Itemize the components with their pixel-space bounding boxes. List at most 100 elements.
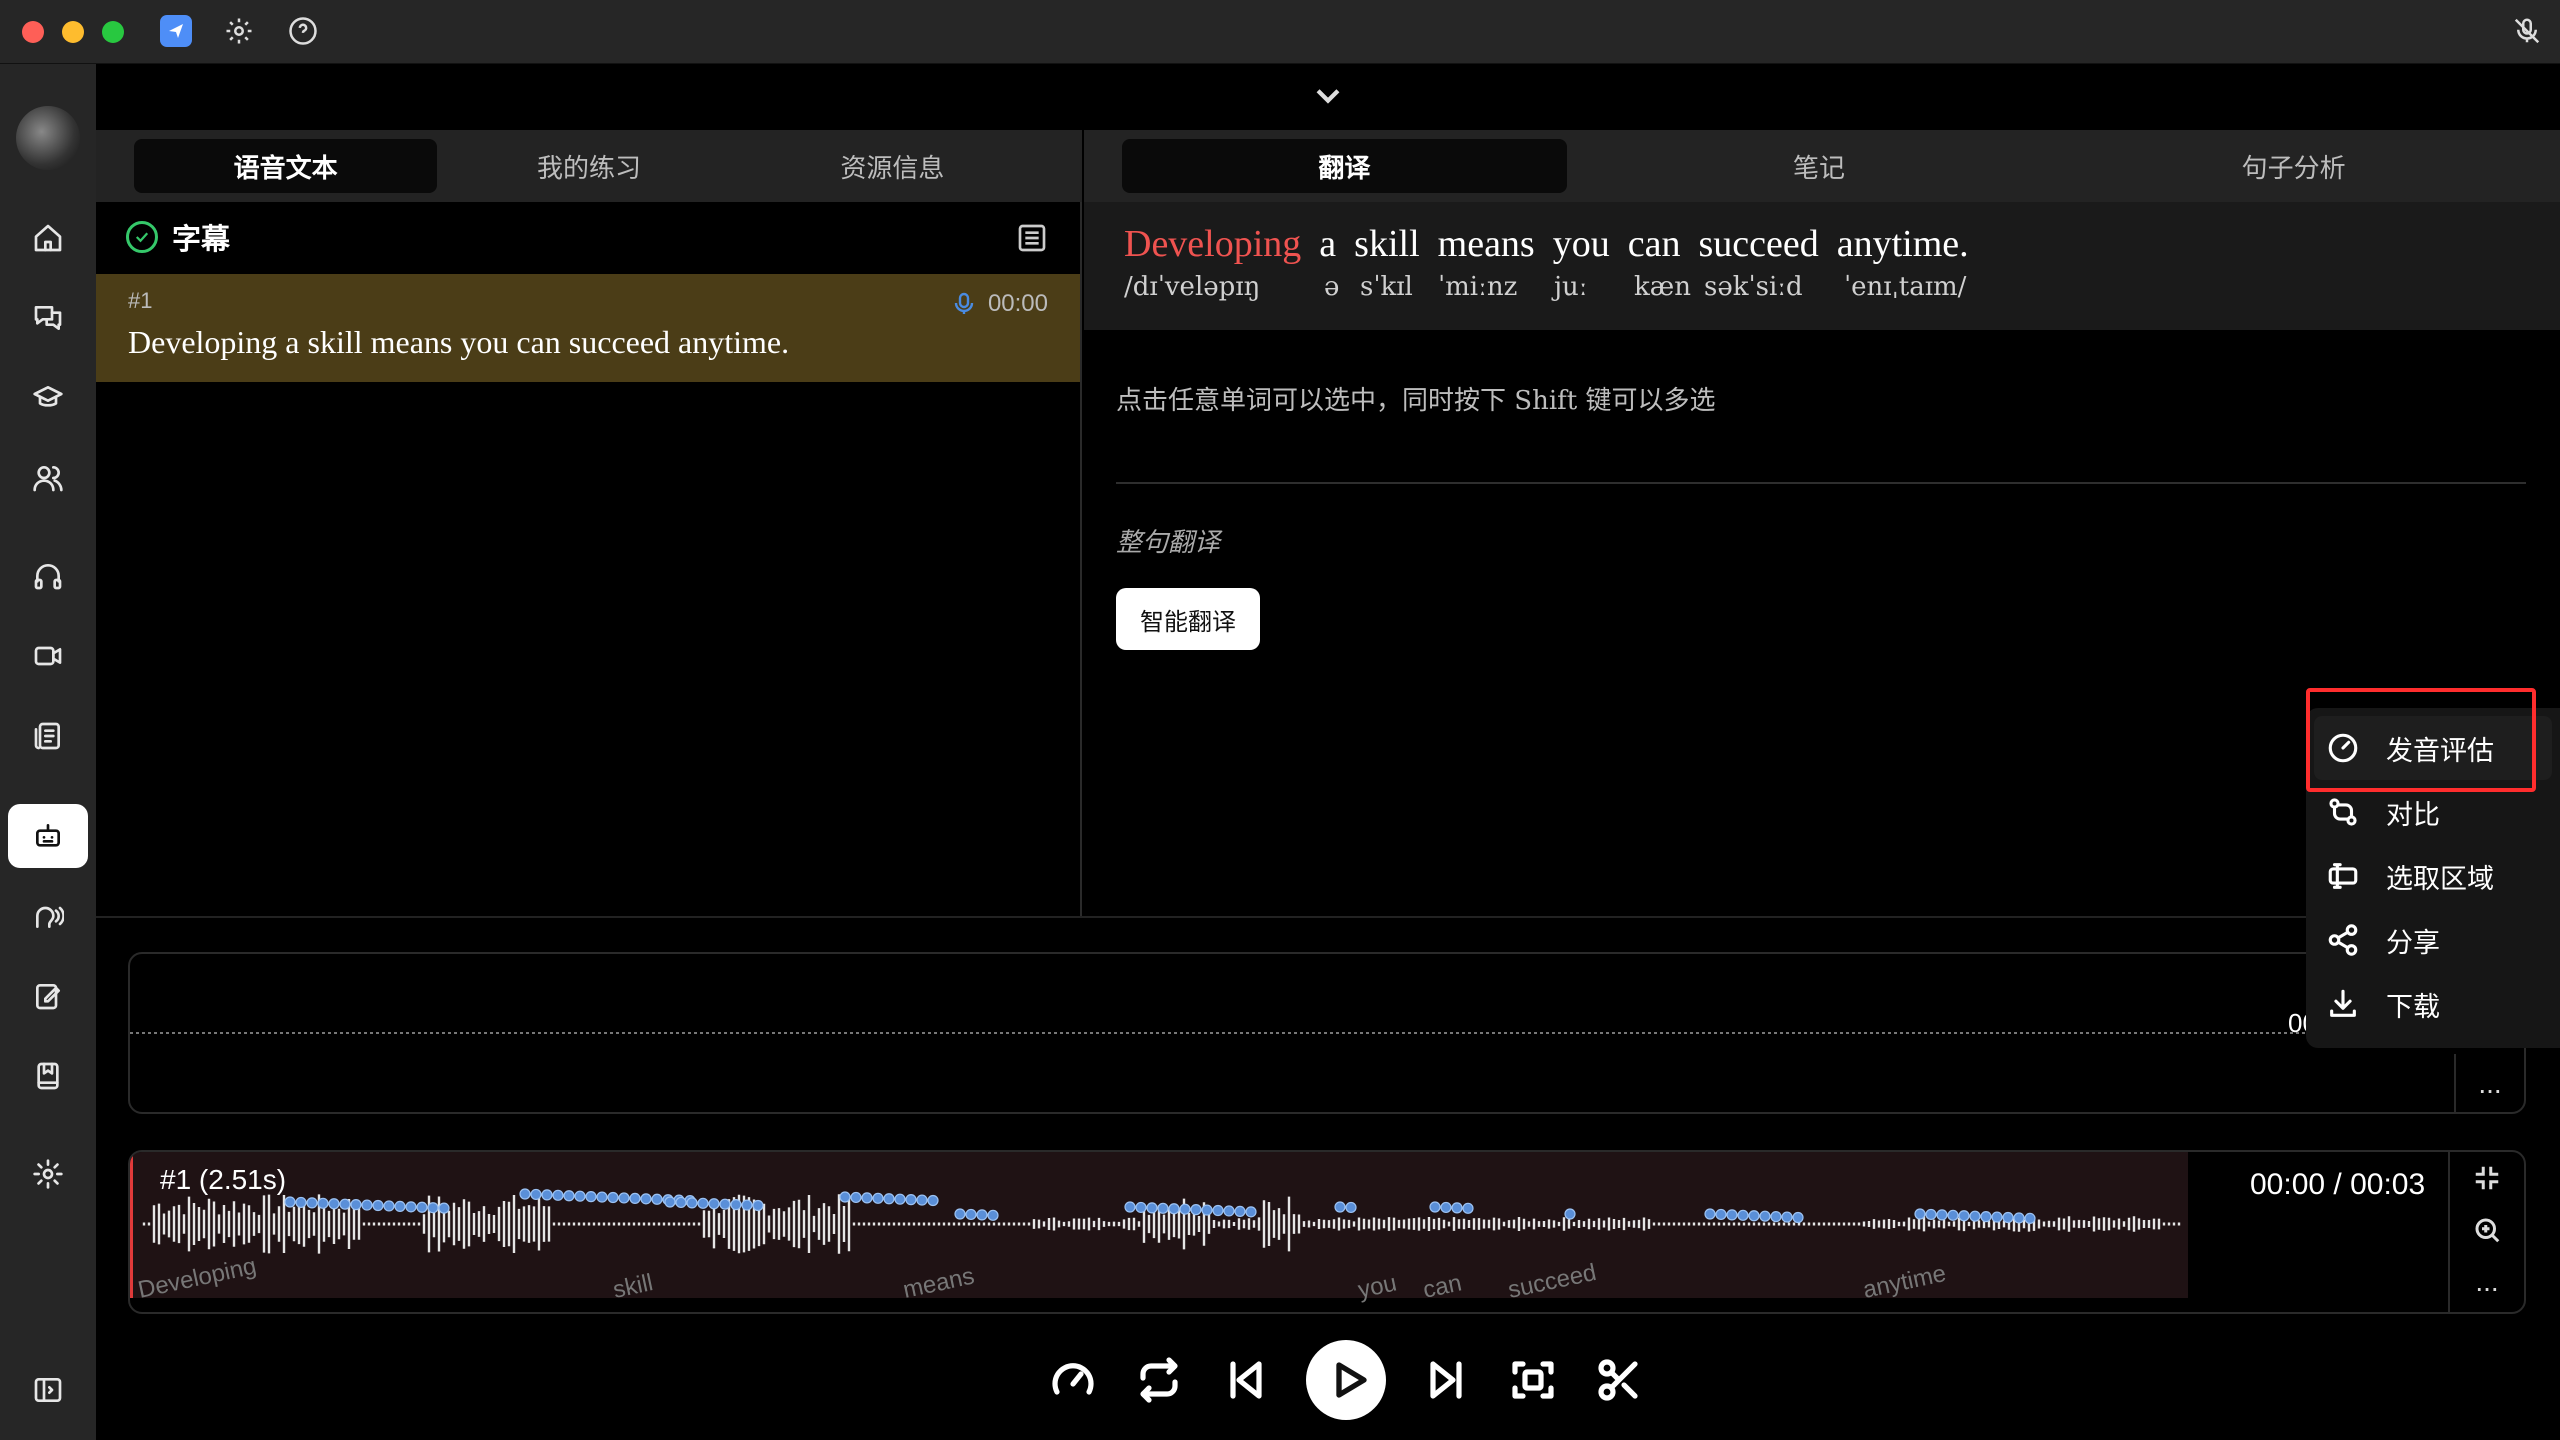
- speed-icon[interactable]: [1048, 1355, 1098, 1405]
- word-label: Developing: [136, 1252, 259, 1303]
- close-window-button[interactable]: [22, 21, 44, 43]
- subtitle-item[interactable]: #1 00:00 Developing a skill means you ca…: [96, 274, 1080, 382]
- sentence-box: Developing a skill means you can succeed…: [1084, 202, 2560, 330]
- edit-icon[interactable]: [8, 964, 88, 1028]
- subtitle-item-time: 00:00: [987, 290, 1048, 317]
- word-label: succeed: [1506, 1259, 1599, 1304]
- word[interactable]: anytime.: [1837, 222, 1969, 266]
- right-tab-bar: 翻译 笔记 句子分析: [1084, 130, 2560, 202]
- repeat-icon[interactable]: [1134, 1355, 1184, 1405]
- main-waveform[interactable]: Developing skill means you can succeed anytime…: [128, 1150, 2526, 1314]
- word[interactable]: can: [1628, 222, 1681, 266]
- waveform-more-button[interactable]: ...: [2450, 1256, 2524, 1308]
- app-icon[interactable]: [160, 15, 192, 47]
- maximize-window-button[interactable]: [102, 21, 124, 43]
- tab-speech-text[interactable]: 语音文本: [134, 139, 438, 193]
- avatar[interactable]: [16, 106, 80, 170]
- phonetic: kæn: [1634, 272, 1691, 302]
- scissors-icon[interactable]: [1594, 1355, 1644, 1405]
- word-label: means: [901, 1262, 977, 1303]
- home-icon[interactable]: [8, 206, 88, 270]
- chat-icon[interactable]: [8, 286, 88, 350]
- headphones-icon[interactable]: [8, 544, 88, 608]
- phonetic: ə: [1324, 272, 1340, 302]
- select-region-icon: [2328, 863, 2358, 889]
- phonetic: sˈkɪl: [1360, 272, 1413, 302]
- graduation-cap-icon[interactable]: [8, 366, 88, 430]
- word-label: you: [1356, 1269, 1399, 1303]
- sidebar: [0, 64, 96, 1440]
- tab-notes[interactable]: 笔记: [1597, 139, 2042, 193]
- subtitle-item-time-row: 00:00: [954, 290, 1048, 318]
- minimize-window-button[interactable]: [62, 21, 84, 43]
- word[interactable]: skill: [1354, 222, 1419, 266]
- waveform-graph: Developing skill means you can succeed anytime: [136, 1188, 2181, 1304]
- video-icon[interactable]: [8, 624, 88, 688]
- left-tab-bar: 语音文本 我的练习 资源信息: [96, 130, 1082, 202]
- subtitle-item-text: Developing a skill means you can succeed…: [128, 324, 790, 360]
- focus-icon[interactable]: [1508, 1355, 1558, 1405]
- segment-title: #1 (2.51s): [160, 1164, 287, 1195]
- share-icon: [2328, 924, 2358, 956]
- notes-icon[interactable]: [8, 704, 88, 768]
- word[interactable]: means: [1438, 222, 1535, 266]
- subtitle-item-number: #1: [128, 288, 153, 313]
- play-button[interactable]: [1306, 1340, 1386, 1420]
- phonetic: ˈmiːnz: [1438, 272, 1518, 302]
- phonetic: ˈenɪˌtaɪm/: [1844, 272, 1967, 302]
- help-icon[interactable]: [286, 14, 320, 48]
- recording-waveform-line: [130, 1032, 2310, 1034]
- menu-label: 下载: [2386, 991, 2440, 1022]
- word[interactable]: you: [1553, 222, 1610, 266]
- list-icon[interactable]: [1016, 222, 1048, 254]
- zoom-in-icon[interactable]: [2450, 1204, 2524, 1256]
- menu-download[interactable]: 下载: [2306, 972, 2560, 1036]
- word[interactable]: Developing: [1124, 222, 1301, 266]
- menu-select-region[interactable]: 选取区域: [2306, 844, 2560, 908]
- gear-icon[interactable]: [222, 14, 256, 48]
- waveform-side-toolbar: ...: [2448, 1152, 2524, 1312]
- menu-share[interactable]: 分享: [2306, 908, 2560, 972]
- settings-icon[interactable]: [8, 1142, 88, 1206]
- recording-more-button[interactable]: ...: [2454, 1054, 2524, 1114]
- compare-icon: [2329, 798, 2357, 826]
- divider: [1116, 482, 2526, 484]
- highlight-annotation: [2306, 688, 2536, 792]
- collapse-bar: [96, 64, 2560, 130]
- subtitle-header: 字幕: [96, 202, 1080, 272]
- toggle-panel-icon[interactable]: [8, 1358, 88, 1422]
- full-translation-label: 整句翻译: [1116, 528, 1221, 558]
- word[interactable]: a: [1319, 222, 1336, 266]
- robot-icon[interactable]: [8, 804, 88, 868]
- collapse-icon[interactable]: [2450, 1152, 2524, 1204]
- sentence-words: Developing a skill means you can succeed…: [1124, 222, 2520, 266]
- previous-icon[interactable]: [1220, 1355, 1270, 1405]
- chevron-down-icon[interactable]: [1311, 78, 1345, 117]
- mic-icon[interactable]: [954, 292, 974, 316]
- mic-off-icon[interactable]: [2510, 14, 2544, 48]
- menu-label: 分享: [2386, 927, 2440, 958]
- word[interactable]: succeed: [1698, 222, 1818, 266]
- menu-label: 对比: [2386, 799, 2440, 830]
- selection-hint: 点击任意单词可以选中，同时按下 Shift 键可以多选: [1116, 386, 1716, 416]
- next-icon[interactable]: [1422, 1355, 1472, 1405]
- users-icon[interactable]: [8, 446, 88, 510]
- segment-time: 00:00 / 00:03: [2250, 1168, 2426, 1201]
- title-bar: [0, 0, 2560, 64]
- tab-resource-info[interactable]: 资源信息: [741, 139, 1044, 193]
- phonetic: juː: [1554, 272, 1588, 302]
- subtitle-panel: 字幕 #1 00:00 Developing a skill means you…: [96, 202, 1082, 916]
- tab-my-practice[interactable]: 我的练习: [437, 139, 740, 193]
- subtitle-title: 字幕: [172, 224, 231, 256]
- recording-waveform[interactable]: 00:0 ...: [128, 952, 2526, 1114]
- speech-icon[interactable]: [8, 884, 88, 948]
- smart-translate-button[interactable]: 智能翻译: [1116, 588, 1260, 650]
- playback-controls: [1048, 1340, 1644, 1420]
- book-icon[interactable]: [8, 1044, 88, 1108]
- phonetic: /dɪˈveləpɪŋ: [1124, 272, 1261, 302]
- download-icon: [2330, 989, 2356, 1017]
- tab-sentence-analysis[interactable]: 句子分析: [2071, 139, 2516, 193]
- word-label: can: [1421, 1269, 1464, 1303]
- phonetics-row: /dɪˈveləpɪŋ ə sˈkɪl ˈmiːnz juː kæn səkˈs…: [1124, 272, 2520, 306]
- tab-translation[interactable]: 翻译: [1122, 139, 1567, 193]
